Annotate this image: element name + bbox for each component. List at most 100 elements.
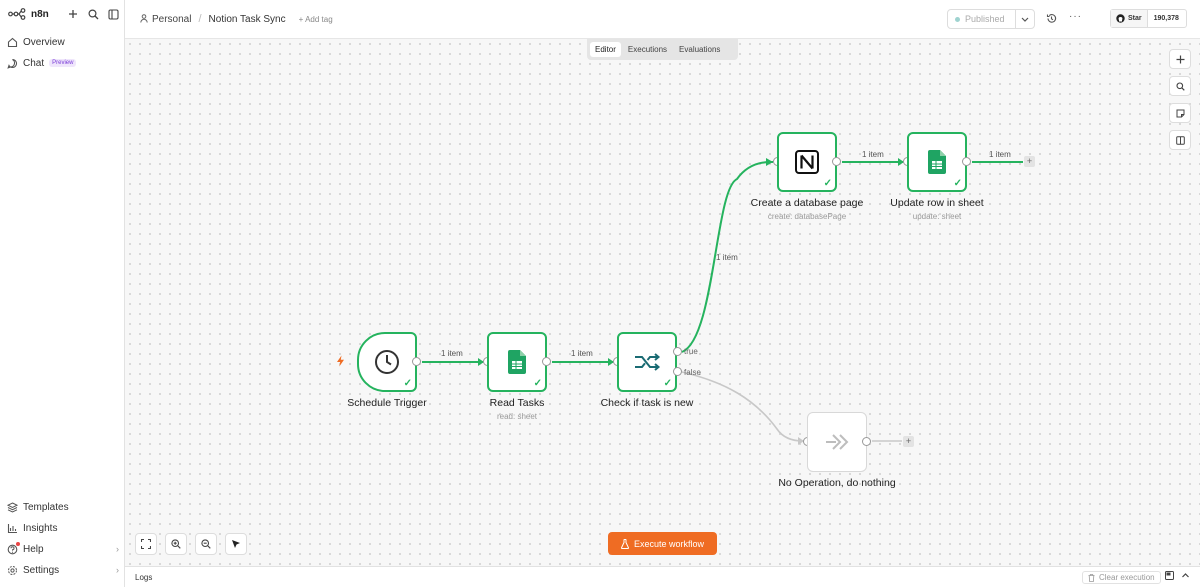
node-check-task-new[interactable]: ✓ (617, 332, 677, 392)
edge-label: 1 item (716, 253, 738, 262)
canvas-right-tools (1169, 49, 1191, 157)
pointer-mode-button[interactable] (225, 533, 247, 555)
workflow-name[interactable]: Notion Task Sync (209, 14, 286, 25)
node-title: Read Tasks (489, 397, 545, 409)
branch-false-label: false (684, 368, 701, 377)
cursor-icon (232, 540, 240, 548)
brand-name: n8n (31, 8, 49, 20)
output-port-true[interactable] (673, 347, 682, 356)
fit-view-icon (141, 539, 151, 549)
notification-dot (16, 541, 20, 546)
canvas-zoom-controls (135, 533, 247, 555)
n8n-logo-icon (8, 8, 26, 20)
sidebar-item-label: Overview (23, 36, 65, 48)
output-port[interactable] (412, 357, 421, 366)
chevron-up-icon[interactable] (1181, 571, 1190, 580)
add-tag-button[interactable]: + Add tag (299, 15, 333, 24)
tab-evaluations[interactable]: Evaluations (674, 42, 725, 57)
zoom-in-icon (171, 539, 181, 549)
node-subtitle: read: sheet (496, 412, 538, 421)
publish-label: Published (965, 14, 1005, 24)
sidebar-item-label: Settings (23, 564, 60, 576)
node-schedule-trigger[interactable]: ✓ (357, 332, 417, 392)
breadcrumb-project[interactable]: Personal (152, 14, 191, 25)
output-port[interactable] (542, 357, 551, 366)
output-port[interactable] (832, 157, 841, 166)
if-branch-icon (635, 353, 661, 371)
github-star-count: 190,378 (1153, 15, 1179, 22)
success-check-icon: ✓ (663, 378, 672, 389)
tab-executions[interactable]: Executions (623, 42, 672, 57)
branch-true-label: true (684, 347, 698, 356)
add-node-button[interactable] (1169, 49, 1191, 69)
output-port[interactable] (862, 437, 871, 446)
edge-label: 1 item (441, 349, 463, 358)
node-create-database-page[interactable]: ✓ (777, 132, 837, 192)
sidebar-item-templates[interactable]: Templates (7, 499, 119, 515)
notion-icon (795, 150, 819, 174)
mode-tabs: Editor Executions Evaluations (587, 39, 738, 60)
sidebar-item-insights[interactable]: Insights (7, 520, 119, 536)
success-check-icon: ✓ (823, 178, 832, 189)
settings-icon (7, 565, 18, 576)
chevron-right-icon: › (116, 544, 119, 554)
trash-icon (1088, 573, 1095, 582)
edge-label: 1 item (862, 150, 884, 159)
node-no-operation[interactable] (807, 412, 867, 472)
sidebar-item-settings[interactable]: Settings › (7, 562, 119, 578)
more-options-icon[interactable]: ··· (1069, 11, 1082, 22)
plus-icon (1176, 55, 1184, 63)
node-subtitle: create: databasePage (767, 212, 847, 221)
toggle-panel-button[interactable] (1169, 130, 1191, 150)
execute-workflow-button[interactable]: Execute workflow (608, 532, 717, 555)
output-port[interactable] (962, 157, 971, 166)
node-title: Create a database page (750, 197, 864, 209)
status-dot (955, 16, 960, 22)
google-sheets-icon (508, 350, 526, 374)
success-check-icon: ✓ (533, 378, 542, 389)
search-nodes-button[interactable] (1169, 76, 1191, 96)
workflow-canvas[interactable]: Editor Executions Evaluations 1 item 1 i… (125, 39, 1200, 566)
publish-button[interactable]: Published (948, 10, 1016, 28)
templates-icon (7, 501, 18, 513)
sidebar-item-overview[interactable]: Overview (7, 34, 119, 50)
collapse-sidebar-icon[interactable] (106, 7, 120, 21)
zoom-in-button[interactable] (165, 533, 187, 555)
sidebar-item-label: Templates (23, 501, 69, 513)
chevron-down-icon[interactable] (1016, 17, 1034, 22)
tab-editor[interactable]: Editor (590, 42, 621, 57)
home-icon (7, 37, 18, 48)
node-title: Check if task is new (600, 397, 694, 409)
sidebar-item-help[interactable]: Help › (7, 541, 119, 557)
edge-label: 1 item (571, 349, 593, 358)
user-icon (140, 13, 148, 25)
flask-icon (621, 538, 629, 549)
logs-bar[interactable]: Logs Clear execution (125, 566, 1200, 587)
node-title: No Operation, do nothing (778, 477, 896, 489)
connections-layer (422, 158, 1023, 445)
github-star-label: Star (1128, 15, 1142, 22)
node-title: Schedule Trigger (347, 397, 427, 409)
panel-layout-icon[interactable] (1165, 571, 1174, 580)
search-icon (1175, 81, 1185, 91)
add-next-node-button[interactable]: + (1024, 156, 1035, 167)
add-icon[interactable] (66, 7, 80, 21)
zoom-out-button[interactable] (195, 533, 217, 555)
breadcrumb-separator: / (198, 13, 202, 25)
sidebar-item-label: Chat (23, 57, 45, 69)
search-icon[interactable] (86, 7, 100, 21)
github-star-group[interactable]: Star 190,378 (1110, 9, 1187, 28)
github-star-button[interactable]: Star (1111, 10, 1148, 27)
output-port-false[interactable] (673, 367, 682, 376)
sticky-note-button[interactable] (1169, 103, 1191, 123)
fit-view-button[interactable] (135, 533, 157, 555)
logs-actions (1165, 571, 1190, 580)
node-update-row-in-sheet[interactable]: ✓ (907, 132, 967, 192)
clear-execution-button[interactable]: Clear execution (1082, 571, 1161, 584)
clock-icon (375, 350, 399, 374)
history-icon[interactable] (1046, 13, 1057, 27)
add-next-node-button[interactable]: + (903, 436, 914, 447)
success-check-icon: ✓ (953, 178, 962, 189)
node-read-tasks[interactable]: ✓ (487, 332, 547, 392)
sidebar-item-chat[interactable]: Chat Preview (7, 55, 119, 71)
